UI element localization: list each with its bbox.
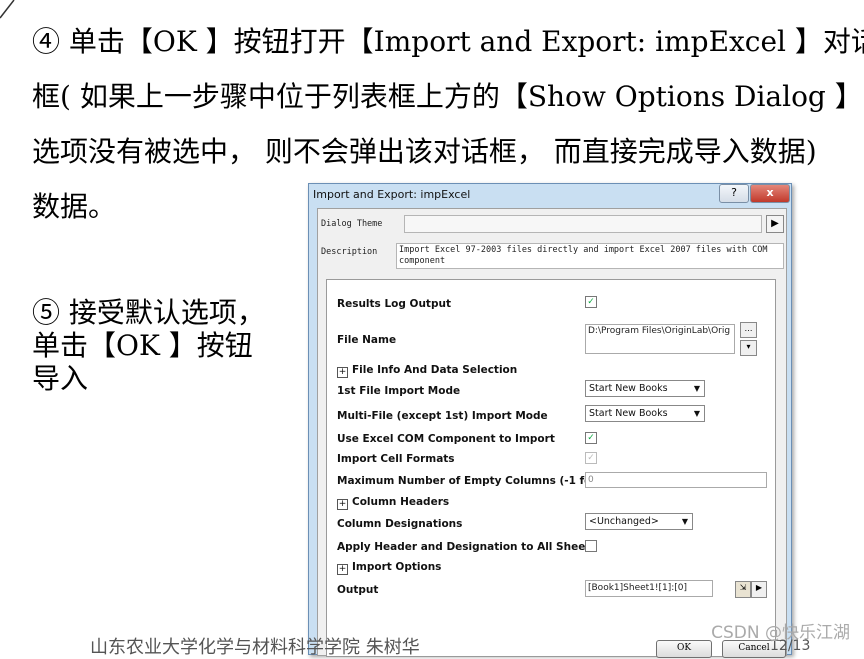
results-log-label: Results Log Output <box>337 298 451 310</box>
dialog-body: Dialog Theme ▶ Description Import Excel … <box>317 208 787 657</box>
ok-button[interactable]: OK <box>656 640 712 658</box>
cell-formats-checkbox[interactable]: ✓ <box>585 452 597 464</box>
close-button[interactable]: x <box>750 184 790 203</box>
text-line-2: 框( 如果上一步骤中位于列表框上方的【Show Options Dialog 】 <box>32 80 863 113</box>
description-label: Description <box>321 247 378 257</box>
use-com-checkbox[interactable]: ✓ <box>585 432 597 444</box>
output-label: Output <box>337 584 379 596</box>
chevron-down-icon: ▼ <box>693 384 700 393</box>
options-grid: Results Log Output ✓ File Name D:\Progra… <box>326 279 776 657</box>
file-name-input[interactable]: D:\Program Files\OriginLab\Orig <box>585 324 735 354</box>
import-options-section[interactable]: + Import Options <box>337 561 441 575</box>
output-picker-icon[interactable]: ⇲ <box>735 581 751 598</box>
impexcel-dialog: Import and Export: impExcel ? x Dialog T… <box>308 183 792 657</box>
expand-icon[interactable]: + <box>337 564 348 575</box>
description-text: Import Excel 97-2003 files directly and … <box>396 243 784 269</box>
first-mode-label: 1st File Import Mode <box>337 385 461 397</box>
col-design-select[interactable]: <Unchanged> ▼ <box>585 513 693 530</box>
text-line-3: 选项没有被选中， 则不会弹出该对话框， 而直接完成导入数据) <box>32 135 817 168</box>
expand-icon[interactable]: + <box>337 367 348 378</box>
step5-line-3: 导入 <box>32 362 89 395</box>
apply-header-checkbox[interactable] <box>585 540 597 552</box>
cell-formats-label: Import Cell Formats <box>337 453 455 465</box>
corner-mark-icon <box>0 0 15 19</box>
max-empty-label: Maximum Number of Empty Columns (-1 for … <box>337 475 620 487</box>
use-com-label: Use Excel COM Component to Import <box>337 433 555 445</box>
footer-text: 山东农业大学化学与材料科学学院 朱树华 <box>90 637 420 658</box>
text-line-4: 数据。 <box>32 190 117 223</box>
text-line-1: ④ 单击【OK 】按钮打开【Import and Export: impExce… <box>32 25 864 58</box>
theme-arrow-button[interactable]: ▶ <box>766 215 784 233</box>
browse-button[interactable]: … <box>740 322 757 338</box>
file-info-section[interactable]: + File Info And Data Selection <box>337 364 517 378</box>
step5-line-1: ⑤ 接受默认选项， <box>32 296 265 329</box>
column-headers-section[interactable]: + Column Headers <box>337 496 449 510</box>
multi-mode-label: Multi-File (except 1st) Import Mode <box>337 410 548 422</box>
first-mode-select[interactable]: Start New Books ▼ <box>585 380 705 397</box>
output-input[interactable]: [Book1]Sheet1![1]:[0] <box>585 580 713 597</box>
theme-label: Dialog Theme <box>321 219 383 229</box>
dialog-title: Import and Export: impExcel <box>313 188 471 201</box>
step5-line-2: 单击【OK 】按钮 <box>32 329 253 362</box>
chevron-down-icon: ▼ <box>693 409 700 418</box>
step5-text: ⑤ 接受默认选项， 单击【OK 】按钮 导入 <box>32 296 265 395</box>
help-button[interactable]: ? <box>719 184 749 203</box>
max-empty-input[interactable]: 0 <box>585 472 767 488</box>
output-arrow-button[interactable]: ▶ <box>751 581 767 598</box>
multi-mode-select[interactable]: Start New Books ▼ <box>585 405 705 422</box>
file-name-label: File Name <box>337 334 397 346</box>
col-design-label: Column Designations <box>337 518 463 530</box>
theme-input[interactable] <box>404 215 762 233</box>
apply-header-label: Apply Header and Designation to All Shee… <box>337 541 597 553</box>
chevron-down-icon: ▼ <box>681 517 688 526</box>
watermark: CSDN @快乐江湖 <box>711 623 850 643</box>
file-scroll-button[interactable]: ▾ <box>740 340 757 356</box>
expand-icon[interactable]: + <box>337 499 348 510</box>
results-log-checkbox[interactable]: ✓ <box>585 296 597 308</box>
